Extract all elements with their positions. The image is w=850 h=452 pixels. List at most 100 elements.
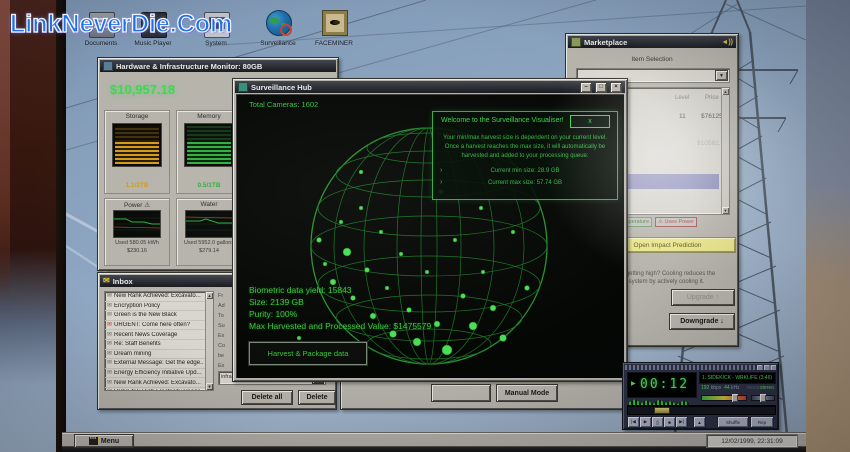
mono-indicator: mono bbox=[747, 385, 760, 391]
scroll-down-icon[interactable]: ▼ bbox=[722, 207, 729, 214]
marketplace-icon bbox=[571, 37, 581, 47]
track-title-marquee[interactable]: 1. SIDEKICK - WRKLIFE (3:46) bbox=[699, 372, 776, 384]
mail-envelope-icon: ✉ bbox=[107, 341, 112, 347]
email-row[interactable]: ✉Dream mining bbox=[105, 350, 205, 360]
watermark: LinkNeverDie.Com bbox=[10, 10, 232, 39]
welcome-dialog-body: Your min/max harvest size is dependent o… bbox=[437, 134, 613, 161]
item-level-cell[interactable]: 11 bbox=[679, 113, 686, 120]
player-close-icon[interactable] bbox=[771, 365, 776, 370]
storage-gauge bbox=[112, 123, 162, 167]
email-row[interactable]: ✉New Rank Achieved: Excavato... bbox=[105, 292, 205, 302]
volume-slider[interactable] bbox=[701, 395, 747, 401]
email-row[interactable]: ✉New Rank Achieved: Excavato... bbox=[105, 378, 205, 388]
hardware-monitor-titlebar[interactable]: Hardware & Infrastructure Monitor: 80GB bbox=[100, 60, 336, 72]
biometric-yield: Biometric data yield: 15843 bbox=[249, 284, 431, 296]
seek-bar[interactable] bbox=[627, 405, 776, 415]
balance-slider[interactable] bbox=[751, 395, 775, 401]
harvest-size: Size: 2139 GB bbox=[249, 296, 431, 308]
maximize-icon[interactable]: □ bbox=[595, 82, 607, 93]
surveillance-titlebar[interactable]: Surveillance Hub – □ × bbox=[235, 81, 625, 93]
playback-time: 00:12 bbox=[640, 377, 689, 392]
system-icon-label[interactable]: System bbox=[186, 40, 246, 47]
email-row-urgent[interactable]: ✉URGENT: Come here often? bbox=[105, 321, 205, 331]
scroll-up-icon[interactable]: ▲ bbox=[206, 292, 213, 299]
reading-pane-fragments: Fr Ad To Su Ex Co be Ex Th bbox=[218, 291, 225, 381]
item-price-cell[interactable]: $76125 bbox=[701, 113, 723, 120]
upgrade-button[interactable]: Upgrade ↑ bbox=[671, 289, 735, 306]
monitor-bezel-left bbox=[56, 0, 66, 452]
price-column-header: Price bbox=[705, 95, 719, 101]
memory-gauge bbox=[184, 123, 234, 167]
storage-label: Storage bbox=[105, 113, 169, 120]
room-wall-edge bbox=[0, 0, 10, 300]
scroll-up-icon[interactable]: ▲ bbox=[722, 88, 729, 95]
min-size-readout: Current min size: 28.9 GB bbox=[433, 168, 617, 174]
mail-envelope-icon: ✉ bbox=[107, 360, 112, 366]
taskbar-clock: 12/02/1999, 22:31:09 bbox=[706, 434, 798, 448]
email-row[interactable]: ✉Encryption Policy bbox=[105, 302, 205, 312]
scroll-down-icon[interactable]: ▼ bbox=[206, 383, 213, 390]
email-row[interactable]: ✉Recent News Coverage bbox=[105, 330, 205, 340]
email-list-scrollbar[interactable]: ▲ ▼ bbox=[205, 292, 213, 390]
marketplace-titlebar[interactable]: Marketplace ◄)) bbox=[568, 36, 736, 48]
speaker-icon[interactable]: ◄)) bbox=[721, 39, 733, 46]
player-minimize-icon[interactable] bbox=[757, 365, 762, 370]
email-row[interactable]: ✉Energy Efficiency Initiative Upd... bbox=[105, 369, 205, 379]
menu-logo-icon bbox=[89, 437, 98, 445]
taskbar: Menu 12/02/1999, 22:31:09 bbox=[62, 432, 806, 447]
room-wall-right bbox=[806, 0, 850, 452]
envelope-icon: ✉ bbox=[103, 277, 110, 285]
power-panel: Power ⚠ Used 580.05 kWh $230.16 bbox=[104, 198, 170, 266]
documents-icon-label[interactable]: Documents bbox=[71, 40, 131, 47]
processing-secondary-button[interactable] bbox=[431, 384, 491, 402]
water-usage-graph bbox=[185, 210, 233, 238]
mail-envelope-icon: ✉ bbox=[107, 351, 112, 357]
email-row-urgent[interactable]: ✉URGENT: High Electricity Usage bbox=[105, 388, 205, 391]
dialog-close-button[interactable]: x bbox=[570, 115, 610, 128]
storage-panel: Storage 1.1/2TB bbox=[104, 110, 170, 194]
manual-mode-button[interactable]: Manual Mode bbox=[496, 384, 558, 402]
mail-envelope-icon: ✉ bbox=[107, 293, 112, 299]
email-row[interactable]: ✉Green is the New Black bbox=[105, 311, 205, 321]
email-row[interactable]: ✉Re: Staff Benefits bbox=[105, 340, 205, 350]
storage-value: 1.1/2TB bbox=[105, 182, 169, 189]
surveillance-hub-icon bbox=[238, 82, 248, 92]
harvest-value: Max Harvested and Processed Value: $1475… bbox=[249, 320, 431, 332]
welcome-dialog-title: Welcome to the Surveillance Visualiser! bbox=[441, 117, 564, 124]
power-used-text: Used 580.05 kWh bbox=[105, 240, 169, 247]
surveillance-globe-icon[interactable] bbox=[266, 10, 292, 36]
power-usage-graph bbox=[113, 210, 161, 238]
repeat-toggle[interactable]: Rep bbox=[750, 416, 774, 428]
close-icon[interactable]: × bbox=[610, 82, 622, 93]
time-display: ▶ 00:12 bbox=[627, 372, 697, 398]
player-titlebar[interactable] bbox=[625, 365, 776, 370]
inbox-title: Inbox bbox=[113, 277, 133, 286]
faceminer-icon-label[interactable]: FACEMINER bbox=[304, 40, 364, 47]
harvest-stats: Biometric data yield: 15843 Size: 2139 G… bbox=[249, 284, 431, 332]
level-column-header: Level bbox=[675, 95, 689, 101]
seek-thumb[interactable] bbox=[654, 407, 670, 414]
uses-power-tag: ⚠ Uses Power bbox=[655, 217, 697, 227]
media-player-window: ▶ 00:12 1. SIDEKICK - WRKLIFE (3:46) 192… bbox=[622, 362, 779, 430]
shuffle-toggle[interactable]: Shuffle bbox=[717, 416, 749, 428]
delete-button[interactable]: Delete bbox=[298, 390, 336, 405]
surveillance-title: Surveillance Hub bbox=[251, 83, 577, 92]
music-player-icon-label[interactable]: Music Player bbox=[123, 40, 183, 47]
faceminer-eye-icon[interactable] bbox=[322, 10, 348, 36]
delete-all-button[interactable]: Delete all bbox=[241, 390, 293, 405]
surveillance-icon-label[interactable]: Surveillance bbox=[248, 40, 308, 47]
harvest-package-button[interactable]: Harvest & Package data bbox=[249, 342, 367, 365]
mail-envelope-icon: ✉ bbox=[107, 303, 112, 309]
item-list-scrollbar[interactable]: ▲ ▼ bbox=[721, 88, 729, 214]
player-shade-icon[interactable] bbox=[764, 365, 769, 370]
downgrade-button[interactable]: Downgrade ↓ bbox=[669, 313, 735, 330]
next-button[interactable]: ▶| bbox=[675, 416, 688, 428]
email-row[interactable]: ✉External Message: Get the edge... bbox=[105, 359, 205, 369]
marketplace-title: Marketplace bbox=[584, 38, 718, 47]
minimize-icon[interactable]: – bbox=[580, 82, 592, 93]
item-selection-label: Item Selection bbox=[566, 56, 738, 63]
eject-button[interactable]: ▲ bbox=[693, 416, 706, 428]
email-list[interactable]: ✉New Rank Achieved: Excavato... ✉Encrypt… bbox=[104, 291, 214, 391]
dropdown-arrow-icon[interactable]: ▼ bbox=[715, 70, 728, 81]
menu-button[interactable]: Menu bbox=[74, 434, 134, 448]
